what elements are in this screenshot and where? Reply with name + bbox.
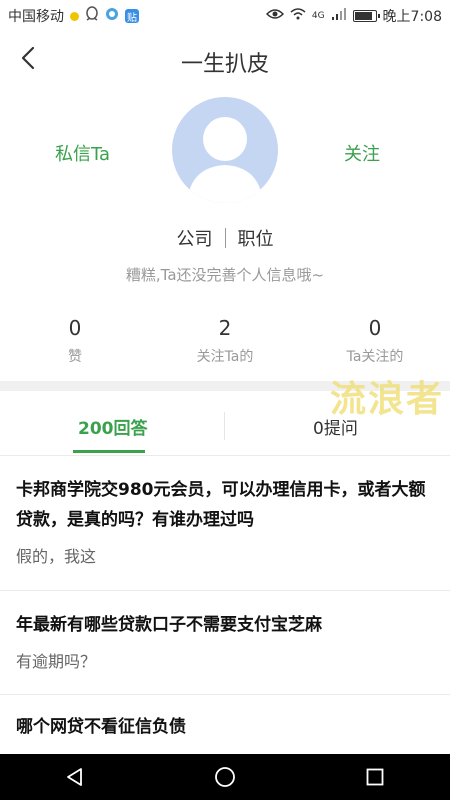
default-avatar-icon bbox=[187, 117, 263, 203]
battery-icon bbox=[352, 10, 380, 22]
list-item[interactable]: 哪个网贷不看征信负债 bbox=[0, 712, 450, 742]
company-label: 公司 bbox=[176, 229, 213, 250]
nav-home-button[interactable] bbox=[201, 757, 249, 797]
stat-following[interactable]: 0 Ta关注的 bbox=[300, 316, 450, 366]
carrier-label: 中国移动 bbox=[8, 9, 64, 25]
stat-likes-label: 赞 bbox=[68, 349, 82, 365]
bio-text: 糟糕,Ta还没完善个人信息哦~ bbox=[125, 266, 325, 284]
question-title: 年最新有哪些贷款口子不需要支付宝芝麻 bbox=[16, 615, 322, 635]
qq-icon bbox=[85, 6, 99, 26]
avatar[interactable] bbox=[172, 97, 278, 203]
tab-bar: 200回答 0提问 bbox=[0, 400, 450, 456]
stat-likes[interactable]: 0 赞 bbox=[0, 316, 150, 366]
tab-questions[interactable]: 0提问 bbox=[313, 414, 358, 439]
status-left: 中国移动 贴 bbox=[8, 6, 139, 26]
page-title: 一生扒皮 bbox=[180, 52, 269, 77]
app-badge-icon: 贴 bbox=[125, 9, 139, 24]
time-label: 晚上7:08 bbox=[382, 9, 442, 25]
list-item[interactable]: 卡邦商学院交980元会员，可以办理信用卡，或者大额贷款，是真的吗？有谁办理过吗 … bbox=[0, 475, 450, 567]
system-nav-bar bbox=[0, 754, 450, 800]
stat-followers[interactable]: 2 关注Ta的 bbox=[150, 316, 300, 366]
private-message-button[interactable]: 私信Ta bbox=[55, 140, 110, 166]
question-title: 哪个网贷不看征信负债 bbox=[16, 717, 186, 737]
answer-snippet: 有逾期吗？ bbox=[16, 652, 97, 671]
follow-button[interactable]: 关注 bbox=[344, 140, 380, 166]
answer-snippet: 假的，我这 bbox=[16, 547, 97, 566]
company-separator bbox=[224, 228, 226, 248]
stats-row: 0 赞 2 关注Ta的 0 Ta关注的 bbox=[0, 316, 450, 372]
network-type-label: 4G bbox=[311, 11, 325, 21]
eye-icon bbox=[265, 8, 284, 24]
nav-home-icon bbox=[215, 767, 235, 787]
status-right: 4G 晚上7:08 bbox=[265, 6, 442, 26]
nav-recents-icon bbox=[366, 768, 384, 786]
wifi-icon bbox=[290, 8, 306, 24]
nav-back-button[interactable] bbox=[51, 757, 99, 797]
stat-following-value: 0 bbox=[368, 316, 382, 340]
stat-followers-label: 关注Ta的 bbox=[196, 349, 254, 365]
tabs-bottom-divider bbox=[0, 455, 450, 456]
tab-divider bbox=[224, 412, 225, 440]
row-divider bbox=[0, 590, 450, 591]
stat-likes-value: 0 bbox=[68, 316, 82, 340]
stat-followers-value: 2 bbox=[218, 316, 232, 340]
notification-dot-icon bbox=[70, 11, 79, 21]
position-label: 职位 bbox=[237, 229, 274, 250]
list-item[interactable]: 年最新有哪些贷款口子不需要支付宝芝麻 有逾期吗？ bbox=[0, 610, 450, 672]
question-title: 卡邦商学院交980元会员，可以办理信用卡，或者大额贷款，是真的吗？有谁办理过吗 bbox=[16, 480, 426, 530]
company-position-row: 公司 职位 bbox=[0, 225, 450, 251]
signal-icon bbox=[331, 8, 347, 24]
status-bar: 中国移动 贴 4G 晚上7:08 bbox=[0, 0, 450, 32]
active-tab-indicator bbox=[73, 450, 145, 453]
header: 一生扒皮 bbox=[0, 32, 450, 88]
nav-recents-button[interactable] bbox=[351, 757, 399, 797]
tab-answers[interactable]: 200回答 bbox=[78, 414, 148, 439]
row-divider bbox=[0, 694, 450, 695]
stat-following-label: Ta关注的 bbox=[346, 349, 404, 365]
nav-back-icon bbox=[67, 768, 82, 786]
browser-icon bbox=[105, 7, 119, 25]
